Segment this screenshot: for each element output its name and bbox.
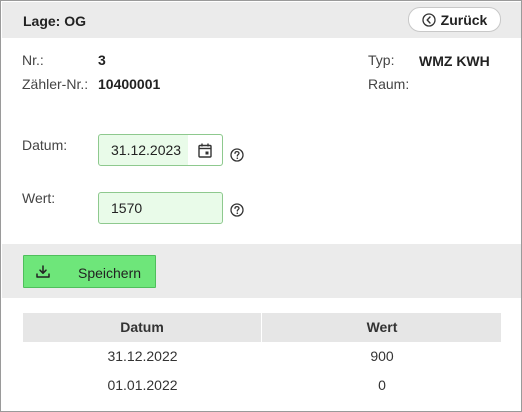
column-header-wert[interactable]: Wert <box>263 313 501 342</box>
back-button[interactable]: Zurück <box>408 7 501 32</box>
table-row[interactable]: 31.12.2022 900 <box>23 342 501 371</box>
zaehler-nr-label: Zähler-Nr.: <box>22 76 89 92</box>
calendar-icon <box>198 143 212 158</box>
cell-wert: 0 <box>378 377 386 393</box>
datum-input[interactable] <box>99 135 189 165</box>
circle-chevron-left-icon <box>422 12 436 27</box>
datum-label: Datum: <box>22 137 68 153</box>
location-title: Lage: OG <box>23 13 87 29</box>
wert-help-icon[interactable] <box>230 203 244 217</box>
zaehler-nr-value: 10400001 <box>98 76 161 92</box>
cell-datum: 31.12.2022 <box>107 348 178 364</box>
nr-label: Nr.: <box>22 52 44 68</box>
datum-help-icon[interactable] <box>230 148 244 162</box>
wert-input[interactable] <box>99 193 222 223</box>
wert-label: Wert: <box>22 190 56 206</box>
readings-table: Datum Wert 31.12.2022 900 01.01.2022 0 <box>23 313 501 400</box>
raum-label: Raum: <box>368 76 410 92</box>
cell-datum: 01.01.2022 <box>107 377 178 393</box>
meter-reading-panel: Lage: OG Zurück Nr.: 3 Zähler-Nr.: 10400… <box>0 0 522 412</box>
save-button-label: Speichern <box>78 265 142 281</box>
typ-value: WMZ KWH <box>419 53 490 69</box>
save-button[interactable]: Speichern <box>23 255 156 288</box>
typ-label: Typ: <box>368 52 395 68</box>
datum-field <box>98 134 223 166</box>
table-row[interactable]: 01.01.2022 0 <box>23 371 501 400</box>
table-header: Datum Wert <box>23 313 501 342</box>
nr-value: 3 <box>98 52 106 68</box>
calendar-button[interactable] <box>188 135 222 165</box>
back-button-label: Zurück <box>440 11 488 28</box>
download-tray-icon <box>36 265 50 278</box>
cell-wert: 900 <box>370 348 394 364</box>
wert-field <box>98 192 223 224</box>
column-header-datum[interactable]: Datum <box>23 313 262 342</box>
